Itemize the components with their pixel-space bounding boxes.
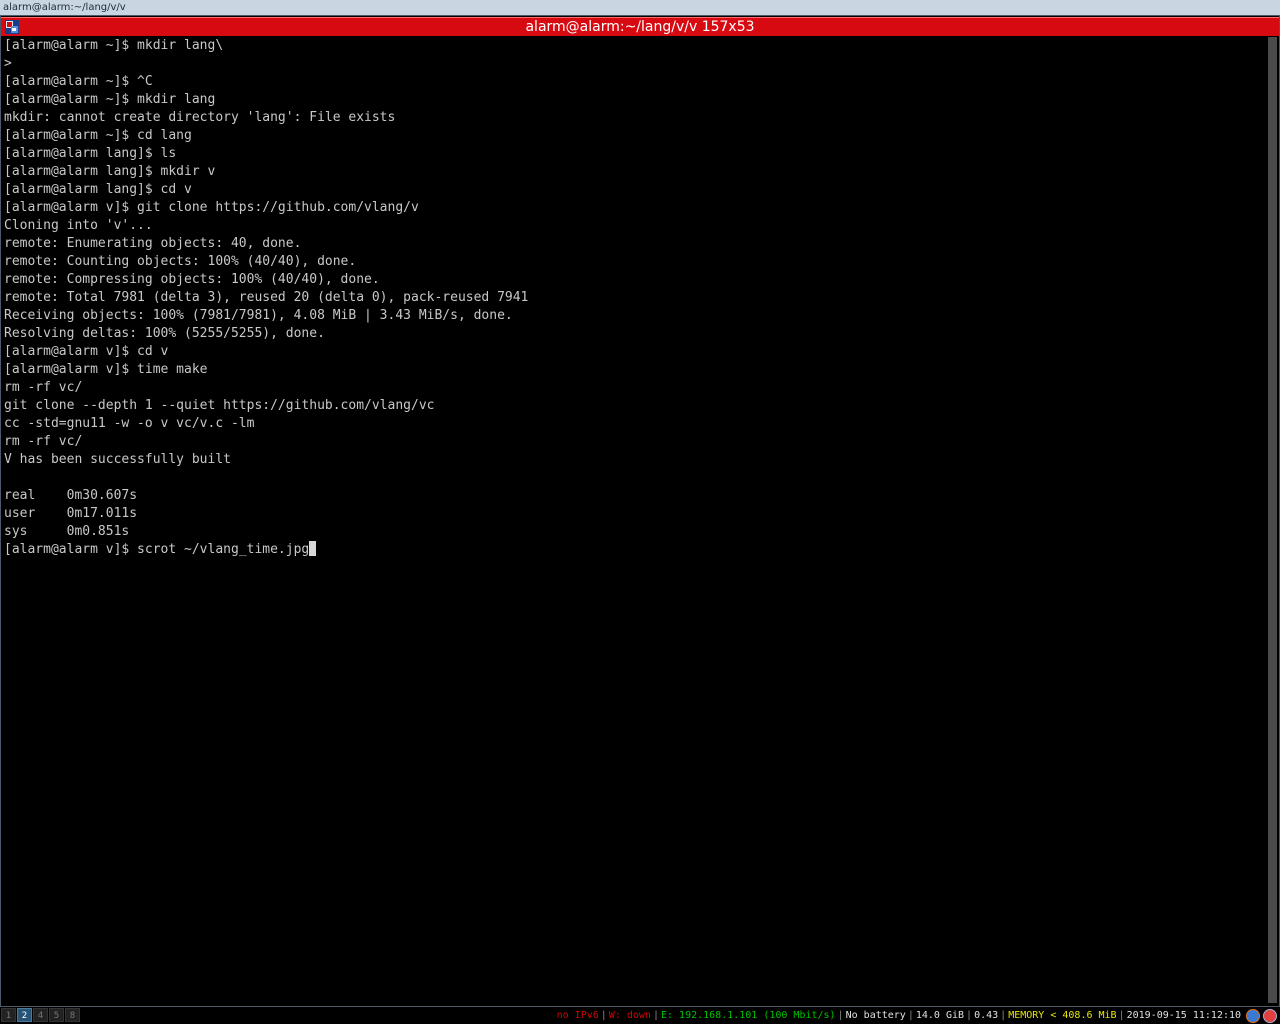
- status-load: 0.43: [974, 1010, 999, 1021]
- terminal-line: [alarm@alarm lang]$ cd v: [4, 182, 192, 197]
- terminal-line: sys 0m0.851s: [4, 524, 130, 539]
- status-memory: MEMORY < 408.6 MiB: [1008, 1010, 1117, 1021]
- workspace-button-4[interactable]: 4: [33, 1008, 48, 1022]
- current-command: [alarm@alarm v]$ scrot ~/vlang_time.jpg: [4, 542, 310, 557]
- status-ethernet: E: 192.168.1.101 (100 Mbit/s): [660, 1010, 836, 1021]
- status-battery: No battery: [845, 1010, 906, 1021]
- status-disk: 14.0 GiB: [915, 1010, 965, 1021]
- terminal-line: cc -std=gnu11 -w -o v vc/v.c -lm: [4, 416, 255, 431]
- workspace-button-2[interactable]: 2: [17, 1008, 32, 1022]
- terminal-line: Resolving deltas: 100% (5255/5255), done…: [4, 326, 325, 341]
- terminal-scrollbar[interactable]: [1268, 37, 1277, 1003]
- workspace-button-5[interactable]: 5: [49, 1008, 64, 1022]
- terminal-line: remote: Counting objects: 100% (40/40), …: [4, 254, 357, 269]
- terminal-line: V has been successfully built: [4, 452, 231, 467]
- status-ipv6: no IPv6: [556, 1010, 599, 1021]
- terminal-line: rm -rf vc/: [4, 434, 83, 449]
- terminal-line: git clone --depth 1 --quiet https://gith…: [4, 398, 435, 413]
- terminal-line: [alarm@alarm ~]$ ^C: [4, 74, 153, 89]
- terminal-line: [alarm@alarm v]$ cd v: [4, 344, 169, 359]
- status-bar: 12458 no IPv6 | W: down | E: 192.168.1.101 (…: [0, 1007, 1280, 1024]
- terminal-app-icon[interactable]: [5, 20, 19, 34]
- workspace-switcher: 12458: [1, 1008, 80, 1022]
- scrollbar-thumb[interactable]: [1268, 37, 1277, 1003]
- workspace-button-1[interactable]: 1: [1, 1008, 16, 1022]
- terminal-line: real 0m30.607s: [4, 488, 138, 503]
- terminal-prompt-line[interactable]: [alarm@alarm v]$ scrot ~/vlang_time.jpg: [4, 541, 1262, 559]
- workspace-button-8[interactable]: 8: [65, 1008, 80, 1022]
- terminal-line: rm -rf vc/: [4, 380, 83, 395]
- tray-app-icon[interactable]: [1246, 1008, 1260, 1023]
- terminal-line: [alarm@alarm lang]$ ls: [4, 146, 177, 161]
- status-items: no IPv6 | W: down | E: 192.168.1.101 (100 Mb…: [555, 1007, 1277, 1024]
- status-datetime: 2019-09-15 11:12:10: [1126, 1010, 1241, 1021]
- terminal-line: >: [4, 56, 12, 71]
- terminal-line: user 0m17.011s: [4, 506, 138, 521]
- terminal-title: alarm@alarm:~/lang/v/v 157x53: [525, 19, 755, 35]
- terminal-line: remote: Total 7981 (delta 3), reused 20 …: [4, 290, 529, 305]
- terminal-line: [alarm@alarm ~]$ mkdir lang\: [4, 38, 224, 53]
- terminal-line: Receiving objects: 100% (7981/7981), 4.0…: [4, 308, 513, 323]
- text-cursor: [309, 541, 317, 556]
- terminal-line: [alarm@alarm ~]$ cd lang: [4, 128, 192, 143]
- window-manager-title: alarm@alarm:~/lang/v/v: [0, 0, 1280, 15]
- tray-network-icon[interactable]: [1263, 1008, 1277, 1023]
- terminal-line: [alarm@alarm ~]$ mkdir lang: [4, 92, 216, 107]
- terminal-output[interactable]: [alarm@alarm ~]$ mkdir lang\ > [alarm@alar…: [4, 37, 1262, 559]
- terminal-line: remote: Compressing objects: 100% (40/40…: [4, 272, 380, 287]
- status-wireless: W: down: [608, 1010, 651, 1021]
- terminal-line: [alarm@alarm v]$ time make: [4, 362, 208, 377]
- terminal-line: [alarm@alarm lang]$ mkdir v: [4, 164, 216, 179]
- terminal-line: remote: Enumerating objects: 40, done.: [4, 236, 302, 251]
- terminal-line: mkdir: cannot create directory 'lang': F…: [4, 110, 396, 125]
- terminal-line: [alarm@alarm v]$ git clone https://githu…: [4, 200, 419, 215]
- terminal-line: Cloning into 'v'...: [4, 218, 153, 233]
- terminal-window[interactable]: alarm@alarm:~/lang/v/v 157x53 [alarm@ala…: [0, 15, 1280, 1007]
- terminal-titlebar[interactable]: alarm@alarm:~/lang/v/v 157x53: [1, 17, 1279, 36]
